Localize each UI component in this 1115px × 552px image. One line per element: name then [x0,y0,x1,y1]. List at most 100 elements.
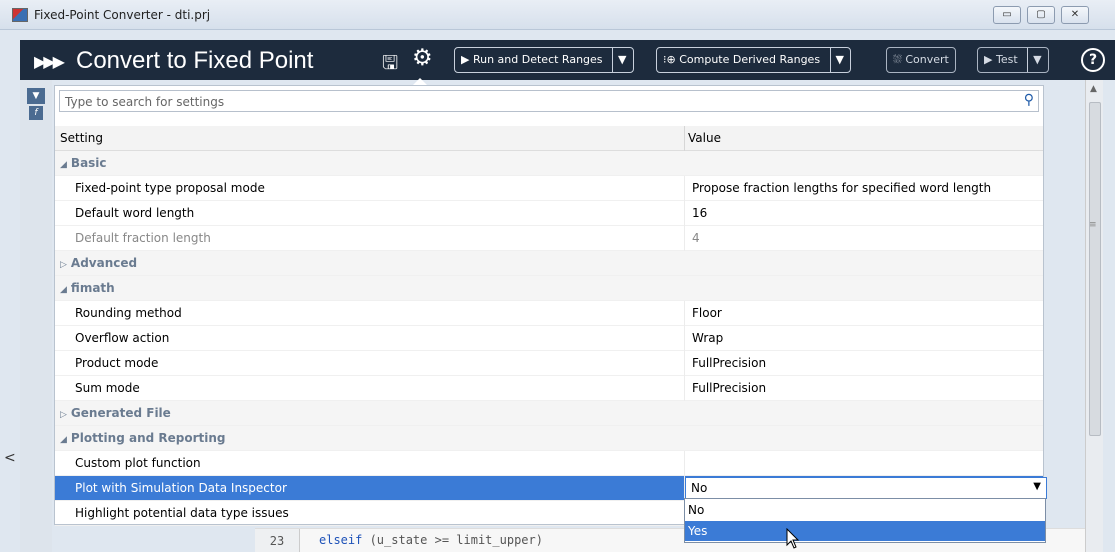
collapse-arrow-icon[interactable]: ◢ [60,160,67,170]
setting-value[interactable]: 4 [692,231,700,245]
app-icon [12,8,28,22]
collapse-arrow-icon[interactable]: ◢ [60,285,67,295]
code-keyword: elseif [319,533,363,547]
column-divider [684,301,685,326]
section-row[interactable]: ◢ Plotting and Reporting [55,426,1043,451]
setting-label: Overflow action [75,331,170,345]
section-row[interactable]: ▷ Generated File [55,401,1043,426]
compute-derived-ranges-button[interactable]: ⁝⊕ Compute Derived Ranges ▼ [656,47,852,73]
help-icon[interactable]: ? [1081,48,1105,72]
setting-label: Plot with Simulation Data Inspector [75,481,287,495]
setting-row[interactable]: Custom plot function [55,451,1043,476]
vertical-scrollbar[interactable]: ▲ ≡ [1085,80,1103,552]
expand-arrow-icon[interactable]: ▷ [60,260,67,270]
section-title: Basic [70,156,107,170]
run-label: Run and Detect Ranges [472,53,603,66]
column-divider [684,326,685,351]
dropdown-option-no[interactable]: No [685,500,1045,520]
column-divider [684,226,685,251]
chevron-down-icon[interactable]: ▼ [1033,481,1041,492]
setting-value[interactable]: Wrap [692,331,723,345]
setting-value[interactable]: FullPrecision [692,381,766,395]
scroll-grip-icon: ≡ [1089,220,1097,230]
app-title: Convert to Fixed Point [76,47,314,74]
play-icon: ▶ [984,53,993,66]
derived-dropdown-icon[interactable]: ▼ [829,48,844,72]
setting-label: Custom plot function [75,456,201,470]
column-divider [684,176,685,201]
scroll-up-icon[interactable]: ▲ [1090,84,1097,94]
maximize-button[interactable]: ▢ [1027,6,1055,24]
settings-gear-icon[interactable]: ⚙ [412,45,433,71]
settings-table-body: ◢ Basic Fixed-point type proposal mode Prop… [55,151,1047,526]
collapse-arrow-icon[interactable]: ◢ [60,435,67,445]
column-divider [684,201,685,226]
section-row[interactable]: ▷ Advanced [55,251,1043,276]
combobox-value: No [691,481,708,495]
setting-value[interactable]: FullPrecision [692,356,766,370]
collapse-dropdown-icon[interactable]: ▼ [27,88,45,104]
workflow-arrows-icon: ▶▶▶ [34,52,65,71]
section-title: Generated File [70,406,171,420]
setting-value[interactable]: Propose fraction lengths for specified w… [692,181,991,195]
function-icon[interactable]: f [29,106,43,120]
column-divider [684,376,685,401]
setting-row[interactable]: Overflow action Wrap [55,326,1043,351]
value-dropdown-list[interactable]: No Yes [684,498,1046,543]
test-button[interactable]: ▶ Test ▼ [977,47,1049,73]
run-and-detect-ranges-button[interactable]: ▶ Run and Detect Ranges ▼ [454,47,634,73]
column-divider [684,351,685,376]
section-label: ▷ Advanced [60,256,137,270]
play-icon: ▶ [461,53,470,66]
setting-row[interactable]: Default fraction length 4 [55,226,1043,251]
window-titlebar: Fixed-Point Converter - dti.prj ▭ ▢ ✕ [0,0,1115,30]
section-title: fimath [70,281,115,295]
mouse-cursor-icon [786,527,800,552]
line-number: 23 [255,529,300,552]
setting-value[interactable]: Floor [692,306,722,320]
setting-row[interactable]: Rounding method Floor [55,301,1043,326]
test-dropdown-icon[interactable]: ▼ [1027,48,1042,72]
settings-table-header: Setting Value [55,126,1043,151]
close-button[interactable]: ✕ [1061,6,1089,24]
settings-search-input[interactable]: Type to search for settings ⚲ [59,90,1039,112]
convert-icon: ⛆ [893,53,902,66]
setting-label: Default word length [75,206,195,220]
column-header-setting[interactable]: Setting [60,131,103,145]
toolbar: ▶▶▶ Convert to Fixed Point 🖫 ⚙ ▶ Run and… [20,40,1115,80]
window-title: Fixed-Point Converter - dti.prj [34,8,211,22]
convert-button[interactable]: ⛆ Convert [886,47,956,73]
minimize-button[interactable]: ▭ [993,6,1021,24]
column-divider[interactable] [684,126,685,151]
code-expression: (u_state >= limit_upper) [362,533,543,547]
section-row[interactable]: ◢ Basic [55,151,1043,176]
setting-label: Highlight potential data type issues [75,506,289,520]
dropdown-option-yes[interactable]: Yes [685,521,1045,541]
scroll-thumb[interactable] [1089,102,1101,436]
setting-value[interactable]: 16 [692,206,707,220]
column-header-value[interactable]: Value [688,131,721,145]
value-combobox[interactable]: No ▼ [685,477,1047,499]
code-text: elseif (u_state >= limit_upper) [319,533,543,547]
setting-label: Rounding method [75,306,182,320]
setting-row[interactable]: Fixed-point type proposal mode Propose fr… [55,176,1043,201]
column-divider [684,451,685,476]
left-strip: ▼ f [20,80,52,552]
section-row[interactable]: ◢ fimath [55,276,1043,301]
derived-ranges-icon: ⁝⊕ [663,53,676,66]
setting-row[interactable]: Product mode FullPrecision [55,351,1043,376]
run-dropdown-icon[interactable]: ▼ [612,48,627,72]
convert-label: Convert [905,53,949,66]
section-title: Advanced [70,256,138,270]
setting-label: Product mode [75,356,159,370]
setting-row[interactable]: Default word length 16 [55,201,1043,226]
expand-left-chevron-icon[interactable]: < [4,450,16,466]
section-label: ◢ Plotting and Reporting [60,431,226,445]
settings-panel: Type to search for settings ⚲ Setting Va… [54,85,1047,526]
search-icon[interactable]: ⚲ [1024,92,1034,108]
expand-arrow-icon[interactable]: ▷ [60,410,67,420]
test-label: Test [995,53,1018,66]
save-icon[interactable]: 🖫 [382,49,398,81]
setting-label: Fixed-point type proposal mode [75,181,265,195]
setting-row[interactable]: Sum mode FullPrecision [55,376,1043,401]
